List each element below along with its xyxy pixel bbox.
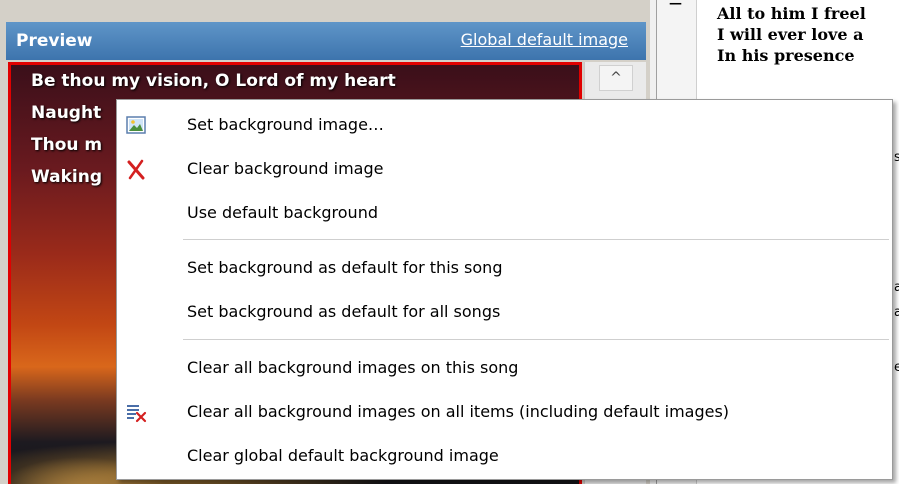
- lyric-line-1: Be thou my vision, O Lord of my heart: [31, 71, 396, 91]
- menu-item-use-default-background[interactable]: Use default background: [117, 194, 892, 232]
- menu-item-clear-all-this-song[interactable]: Clear all background images on this song: [117, 349, 892, 387]
- menu-item-default-all-songs[interactable]: Set background as default for all songs: [117, 293, 892, 331]
- image-icon: [125, 114, 147, 136]
- global-default-image-link[interactable]: Global default image: [461, 30, 628, 49]
- lyric-line-3: Thou m: [31, 135, 103, 155]
- app-window: Preview Global default image Be thou my …: [0, 0, 899, 484]
- text-fragment: s: [894, 150, 899, 165]
- verse-marker: —: [669, 0, 682, 11]
- background-context-menu: Set background image… Clear background i…: [116, 99, 893, 480]
- menu-item-label: Clear all background images on all items…: [187, 402, 730, 421]
- menu-item-label: Clear background image: [187, 159, 384, 178]
- menu-separator: [183, 239, 889, 240]
- preview-header: Preview Global default image: [6, 22, 646, 60]
- menu-item-clear-background-image[interactable]: Clear background image: [117, 150, 892, 188]
- lyric-line-4: Waking: [31, 167, 103, 187]
- lyric-line-2: Naught: [31, 103, 102, 123]
- song-line-1: All to him I freel: [717, 4, 866, 23]
- clear-list-icon: [125, 401, 147, 423]
- menu-item-label: Use default background: [187, 203, 378, 222]
- menu-item-label: Clear global default background image: [187, 446, 499, 465]
- preview-title: Preview: [16, 31, 93, 51]
- menu-item-label: Set background as default for all songs: [187, 302, 501, 321]
- scroll-up-button[interactable]: ^: [599, 65, 633, 91]
- text-fragment: e: [894, 360, 899, 375]
- menu-item-clear-global-default[interactable]: Clear global default background image: [117, 437, 892, 475]
- menu-item-clear-all-items[interactable]: Clear all background images on all items…: [117, 393, 892, 431]
- chevron-up-icon: ^: [610, 70, 622, 86]
- menu-item-label: Clear all background images on this song: [187, 358, 519, 377]
- red-x-icon: [125, 158, 147, 180]
- song-line-2: I will ever love a: [717, 25, 864, 44]
- menu-item-default-this-song[interactable]: Set background as default for this song: [117, 249, 892, 287]
- text-fragment: a: [894, 280, 899, 295]
- menu-item-label: Set background as default for this song: [187, 258, 503, 277]
- menu-separator: [183, 339, 889, 340]
- menu-item-label: Set background image…: [187, 115, 384, 134]
- song-line-3: In his presence: [717, 46, 855, 65]
- menu-item-set-background-image[interactable]: Set background image…: [117, 106, 892, 144]
- text-fragment: a: [894, 305, 899, 320]
